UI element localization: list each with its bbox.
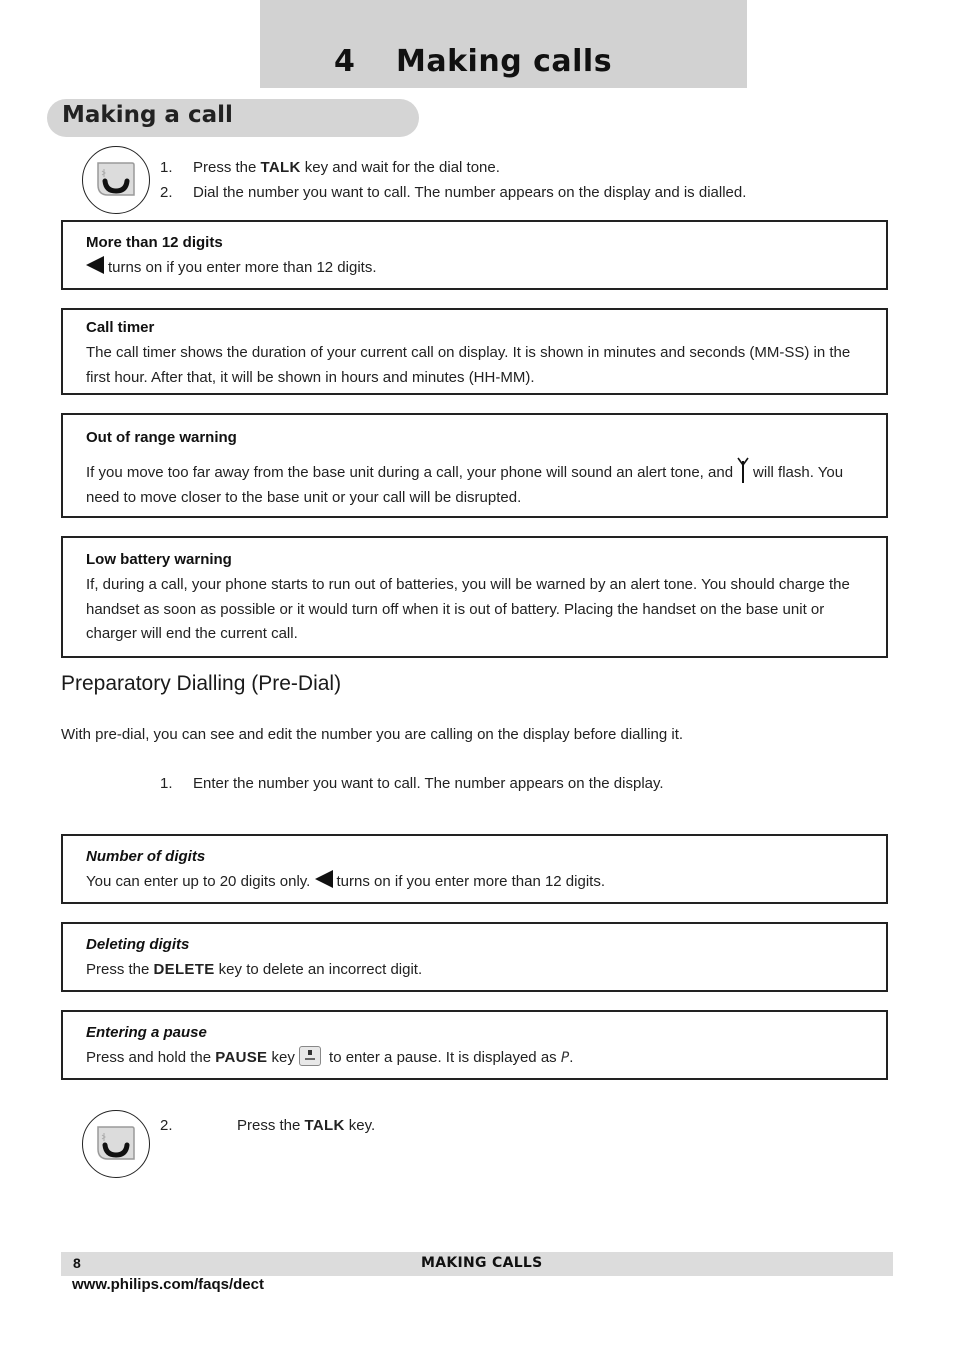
handset-icon <box>97 162 135 196</box>
handset-icon <box>97 1126 135 1160</box>
note-body: turns on if you enter more than 12 digit… <box>86 256 866 281</box>
note-body: If, during a call, your phone starts to … <box>86 576 850 642</box>
note-heading: Out of range warning <box>86 429 237 446</box>
note-deleting-digits: Deleting digits Press the DELETE key to … <box>61 922 888 992</box>
chapter-title: 4 Making calls <box>334 44 612 79</box>
step-number: 1. <box>160 159 173 176</box>
step-text-post: key. <box>344 1117 376 1134</box>
note-text-mid: key <box>267 1049 295 1066</box>
note-heading: Number of digits <box>86 848 206 865</box>
note-text-pre: Press and hold the <box>86 1049 216 1066</box>
note-more-than-12-digits: More than 12 digits turns on if you ente… <box>61 220 888 290</box>
note-heading: Low battery warning <box>86 551 232 568</box>
note-heading: Entering a pause <box>86 1024 207 1041</box>
key-name: TALK <box>260 159 301 176</box>
note-text-after: turns on if you enter more than 12 digit… <box>336 873 605 890</box>
note-number-of-digits: Number of digits You can enter up to 20 … <box>61 834 888 904</box>
step-text: Dial the number you want to call. The nu… <box>193 184 747 201</box>
note-entering-a-pause: Entering a pause Press and hold the PAUS… <box>61 1010 888 1080</box>
antenna-signal-icon <box>737 457 749 483</box>
key-name: DELETE <box>153 961 215 978</box>
step-text-post: key and wait for the dial tone. <box>300 159 500 176</box>
predial-heading: Preparatory Dialling (Pre-Dial) <box>61 672 342 695</box>
note-text: turns on if you enter more than 12 digit… <box>108 259 377 276</box>
section-title: Making a call <box>62 102 233 128</box>
note-text-post: to enter a pause. It is displayed as <box>324 1049 561 1066</box>
step-text: Press the TALK key and wait for the dial… <box>193 159 500 176</box>
note-text-before: You can enter up to 20 digits only. <box>86 873 311 890</box>
talk-key-icon <box>82 1110 150 1178</box>
note-text-pre: Press the <box>86 961 154 978</box>
note-text-end: . <box>569 1049 574 1066</box>
chapter-number: 4 <box>334 44 356 79</box>
footer-url-link[interactable]: www.philips.com/faqs/dect <box>72 1276 264 1293</box>
chapter-title-text: Making calls <box>396 44 613 79</box>
step-text: Press the TALK key. <box>237 1117 375 1134</box>
footer-section-title: MAKING CALLS <box>421 1255 543 1271</box>
predial-intro: With pre-dial, you can see and edit the … <box>61 726 684 743</box>
left-arrow-indicator-icon <box>314 870 333 888</box>
step-number: 2. <box>160 1117 173 1134</box>
note-heading: More than 12 digits <box>86 234 223 251</box>
note-body: You can enter up to 20 digits only. turn… <box>86 870 866 895</box>
note-text-post: key to delete an incorrect digit. <box>214 961 423 978</box>
note-heading: Deleting digits <box>86 936 190 953</box>
left-arrow-indicator-icon <box>86 256 104 274</box>
step-text-pre: Press the <box>193 159 261 176</box>
note-body: Press and hold the PAUSE key to enter a … <box>86 1046 866 1071</box>
note-text-before: If you move too far away from the base u… <box>86 464 734 481</box>
pause-key-icon <box>298 1046 321 1066</box>
key-name: TALK <box>304 1117 345 1134</box>
note-body: The call timer shows the duration of you… <box>86 344 851 386</box>
note-body: If you move too far away from the base u… <box>86 457 866 510</box>
step-text-pre: Press the <box>237 1117 305 1134</box>
note-body: Press the DELETE key to delete an incorr… <box>86 958 866 983</box>
step-number: 2. <box>160 184 173 201</box>
note-out-of-range-warning: Out of range warning If you move too far… <box>61 413 888 518</box>
talk-key-icon <box>82 146 150 214</box>
step-number: 1. <box>160 775 173 792</box>
step-text: Enter the number you want to call. The n… <box>193 775 664 792</box>
page-number: 8 <box>73 1255 81 1271</box>
key-name: PAUSE <box>215 1049 268 1066</box>
note-low-battery-warning: Low battery warning If, during a call, y… <box>61 536 888 658</box>
note-call-timer: Call timer The call timer shows the dura… <box>61 308 888 395</box>
note-heading: Call timer <box>86 319 155 336</box>
